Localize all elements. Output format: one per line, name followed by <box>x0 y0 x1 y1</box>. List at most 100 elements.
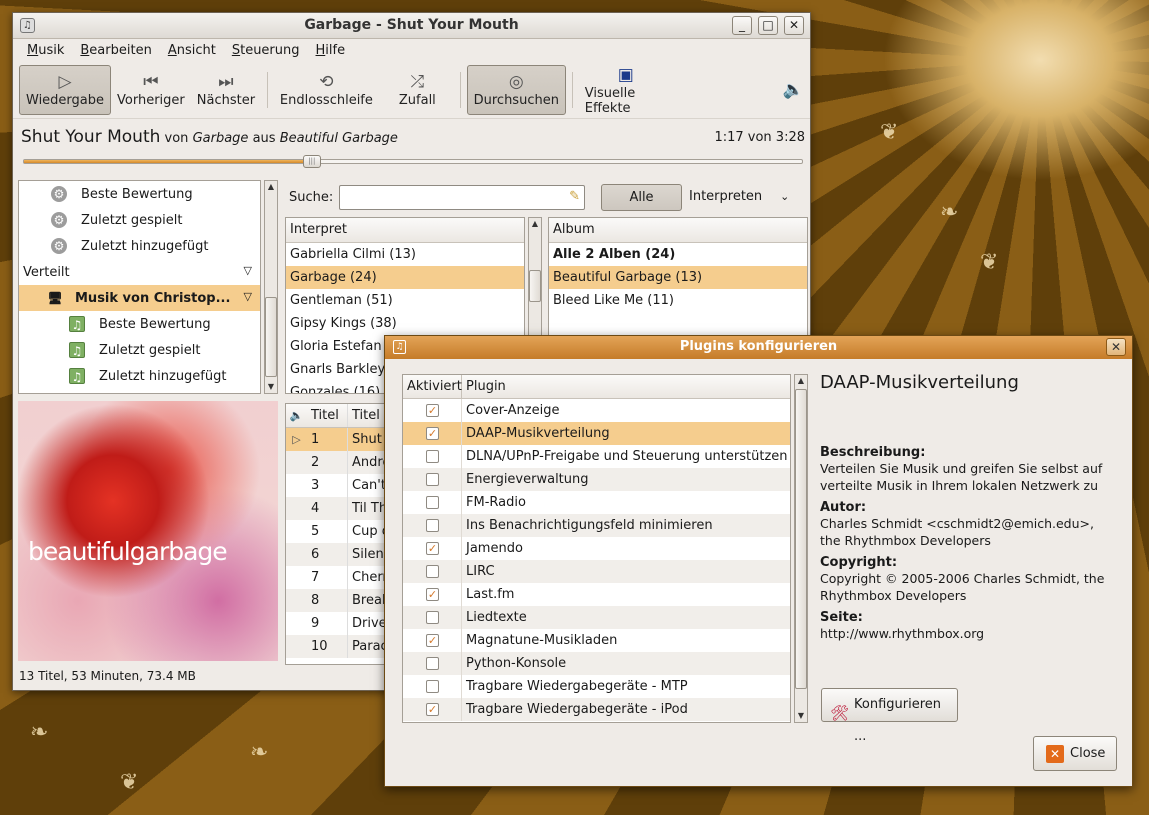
clear-search-icon[interactable]: ✎ <box>569 189 580 204</box>
close-button[interactable]: ✕ Close <box>1033 736 1117 771</box>
configure-button[interactable]: 🛠 Konfigurieren ... <box>821 688 958 744</box>
plugin-checkbox[interactable] <box>426 611 439 624</box>
seek-bar[interactable]: ||| <box>23 155 803 168</box>
plugin-row[interactable]: Energieverwaltung <box>403 468 790 491</box>
artist-column-header[interactable]: Interpret <box>286 218 524 243</box>
plugin-checkbox[interactable] <box>426 657 439 670</box>
window-titlebar[interactable]: ♫ Garbage - Shut Your Mouth _ □ ✕ <box>13 13 810 39</box>
plugin-row[interactable]: ✓ Jamendo <box>403 537 790 560</box>
scrollbar-thumb[interactable] <box>529 270 541 302</box>
menu-ansicht[interactable]: Ansicht <box>160 43 224 58</box>
artist-row[interactable]: Garbage (24) <box>286 266 524 289</box>
menu-hilfe[interactable]: Hilfe <box>308 43 354 58</box>
plugin-checkbox[interactable] <box>426 496 439 509</box>
plugin-checkbox[interactable]: ✓ <box>426 427 439 440</box>
scroll-down-icon[interactable]: ▼ <box>795 710 807 722</box>
previous-button[interactable]: ⏮ Vorheriger <box>111 65 191 115</box>
scroll-up-icon[interactable]: ▲ <box>265 181 277 193</box>
album-row[interactable]: Bleed Like Me (11) <box>549 289 807 312</box>
sidebar-item-zuletzt-hinzugefuegt[interactable]: ⚙ Zuletzt hinzugefügt <box>19 233 260 259</box>
volume-button[interactable]: 🔈 <box>777 65 810 115</box>
album-column-header[interactable]: Album <box>549 218 807 243</box>
search-input[interactable]: ✎ <box>339 185 585 210</box>
plugin-checkbox[interactable]: ✓ <box>426 634 439 647</box>
sidebar-item-shared-library[interactable]: 🖥 Musik von Christop... ▽ <box>19 285 260 311</box>
plugin-checkbox[interactable]: ✓ <box>426 542 439 555</box>
track-row[interactable]: ▷ 1 Shut <box>286 428 394 451</box>
dialog-close-icon[interactable]: ✕ <box>1106 338 1126 356</box>
track-row[interactable]: 2 Andro <box>286 451 394 474</box>
scrollbar-thumb[interactable] <box>265 297 277 377</box>
plugin-checkbox[interactable] <box>426 519 439 532</box>
artist-row[interactable]: Gentleman (51) <box>286 289 524 312</box>
plugin-row[interactable]: LIRC <box>403 560 790 583</box>
scroll-up-icon[interactable]: ▲ <box>529 218 541 230</box>
track-row[interactable]: 5 Cup o <box>286 520 394 543</box>
sidebar-section-verteilt[interactable]: Verteilt ▽ <box>19 259 260 285</box>
track-row[interactable]: 10 Parac <box>286 635 394 658</box>
plugin-checkbox[interactable]: ✓ <box>426 703 439 716</box>
next-button[interactable]: ⏭ Nächster <box>191 65 261 115</box>
app-icon[interactable]: ♫ <box>393 340 406 354</box>
plugin-checkbox[interactable] <box>426 565 439 578</box>
plugin-row[interactable]: Python-Konsole <box>403 652 790 675</box>
sidebar-item-zuletzt-gespielt[interactable]: ⚙ Zuletzt gespielt <box>19 207 260 233</box>
plugin-checkbox[interactable]: ✓ <box>426 404 439 417</box>
plugin-row[interactable]: Tragbare Wiedergabegeräte - MTP <box>403 675 790 698</box>
menu-bearbeiten[interactable]: Bearbeiten <box>72 43 159 58</box>
filter-combo[interactable]: Interpreten ⌄ <box>689 189 789 204</box>
plugin-list-scrollbar[interactable]: ▲ ▼ <box>794 374 808 723</box>
visual-effects-button[interactable]: ▣ Visuelle Effekte <box>579 65 673 116</box>
album-row[interactable]: Alle 2 Alben (24) <box>549 243 807 266</box>
plugin-row[interactable]: ✓ Last.fm <box>403 583 790 606</box>
track-title-header[interactable]: Titel <box>348 404 380 427</box>
plugin-checkbox[interactable]: ✓ <box>426 588 439 601</box>
sidebar-item-beste-bewertung[interactable]: ⚙ Beste Bewertung <box>19 181 260 207</box>
plugin-checkbox[interactable] <box>426 680 439 693</box>
all-button[interactable]: Alle <box>601 184 682 211</box>
scroll-down-icon[interactable]: ▼ <box>265 381 277 393</box>
sidebar-scrollbar[interactable]: ▲ ▼ <box>264 180 278 394</box>
site-link[interactable]: http://www.rhythmbox.org <box>820 625 1110 642</box>
plugin-checkbox[interactable] <box>426 473 439 486</box>
plugin-row[interactable]: ✓ DAAP-Musikverteilung <box>403 422 790 445</box>
menu-steuerung[interactable]: Steuerung <box>224 43 308 58</box>
track-number-header[interactable]: Titel <box>307 404 348 427</box>
plugin-row[interactable]: DLNA/UPnP-Freigabe und Steuerung unterst… <box>403 445 790 468</box>
artist-row[interactable]: Gipsy Kings (38) <box>286 312 524 335</box>
plugin-row[interactable]: FM-Radio <box>403 491 790 514</box>
track-row[interactable]: 3 Can't <box>286 474 394 497</box>
album-row[interactable]: Beautiful Garbage (13) <box>549 266 807 289</box>
menu-musik[interactable]: Musik <box>19 43 72 58</box>
maximize-button[interactable]: □ <box>758 16 778 35</box>
active-column-header[interactable]: Aktiviert <box>403 375 462 398</box>
sidebar-item-share-beste-bewertung[interactable]: ♫ Beste Bewertung <box>19 311 260 337</box>
expander-icon[interactable]: ▽ <box>244 290 252 303</box>
track-row[interactable]: 8 Break <box>286 589 394 612</box>
artist-row[interactable]: Gabriella Cilmi (13) <box>286 243 524 266</box>
dialog-titlebar[interactable]: ♫ Plugins konfigurieren ✕ <box>385 336 1132 359</box>
sidebar-item-share-zuletzt-hinzugefuegt[interactable]: ♫ Zuletzt hinzugefügt <box>19 363 260 389</box>
sidebar-item-share-zuletzt-gespielt[interactable]: ♫ Zuletzt gespielt <box>19 337 260 363</box>
minimize-button[interactable]: _ <box>732 16 752 35</box>
repeat-button[interactable]: ⟲ Endlosschleife <box>274 65 379 115</box>
scrollbar-thumb[interactable] <box>795 389 807 689</box>
expander-icon[interactable]: ▽ <box>244 264 252 277</box>
plugin-row[interactable]: ✓ Tragbare Wiedergabegeräte - iPod <box>403 698 790 721</box>
track-row[interactable]: 6 Silenc <box>286 543 394 566</box>
plugin-column-header[interactable]: Plugin <box>462 375 506 398</box>
track-row[interactable]: 7 Cherr <box>286 566 394 589</box>
plugin-row[interactable]: ✓ Magnatune-Musikladen <box>403 629 790 652</box>
track-row[interactable]: 9 Drive <box>286 612 394 635</box>
scroll-up-icon[interactable]: ▲ <box>795 375 807 387</box>
seek-handle[interactable]: ||| <box>302 155 321 168</box>
track-row[interactable]: 4 Til Th <box>286 497 394 520</box>
browse-button[interactable]: ◎ Durchsuchen <box>466 64 566 115</box>
plugin-row[interactable]: Liedtexte <box>403 606 790 629</box>
plugin-row[interactable]: ✓ Cover-Anzeige <box>403 399 790 422</box>
plugin-checkbox[interactable] <box>426 450 439 463</box>
shuffle-button[interactable]: ⤮ Zufall <box>393 65 442 115</box>
plugin-row[interactable]: Ins Benachrichtigungsfeld minimieren <box>403 514 790 537</box>
play-button[interactable]: ▷ Wiedergabe <box>19 64 112 115</box>
close-window-button[interactable]: ✕ <box>784 16 804 35</box>
